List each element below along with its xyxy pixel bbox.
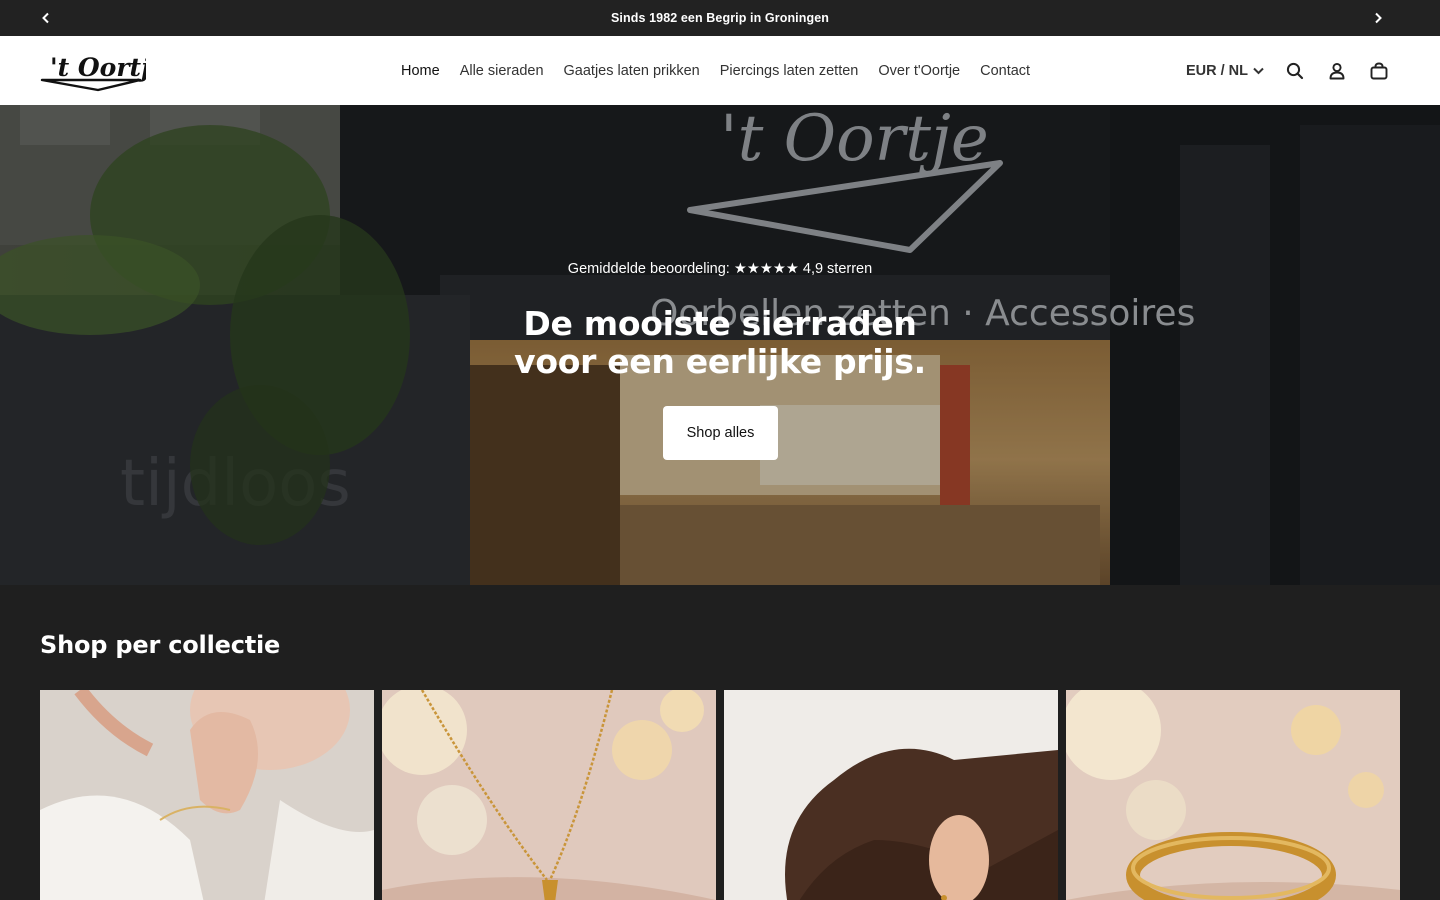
cart-icon[interactable] [1358,50,1400,92]
announcement-text: Sinds 1982 een Begrip in Groningen [610,11,830,25]
collection-card-rings[interactable] [1066,690,1400,900]
logo[interactable]: 't Oortje [40,46,166,94]
nav-item-home[interactable]: Home [391,63,450,79]
nav-item-over[interactable]: Over t'Oortje [868,63,970,79]
rating-text: Gemiddelde beoordeling: ★★★★★ 4,9 sterre… [567,261,873,277]
collection-card-necklaces[interactable] [382,690,716,900]
nav-item-gaatjes[interactable]: Gaatjes laten prikken [554,63,710,79]
chevron-down-icon [1253,67,1264,74]
locale-label: EUR / NL [1185,62,1248,79]
account-icon[interactable] [1316,50,1358,92]
locale-selector[interactable]: EUR / NL [1186,63,1264,79]
collection-image-bracelets [40,690,374,900]
header-actions: EUR / NL [1186,36,1400,105]
collection-image-earrings [724,690,1058,900]
collection-image-necklaces [382,690,716,900]
collection-image-rings [1066,690,1400,900]
announcement-bar: Sinds 1982 een Begrip in Groningen [0,0,1440,36]
chevron-right-icon[interactable] [1360,0,1396,36]
chevron-left-icon[interactable] [28,0,64,36]
nav-item-contact[interactable]: Contact [970,63,1040,79]
hero-title-line-2: voor een eerlijke prijs. [514,342,926,381]
site-header: 't Oortje Home Alle sieraden Gaatjes lat… [0,36,1440,105]
hero-title-line-1: De mooiste sierraden [523,304,917,343]
hero-content: Gemiddelde beoordeling: ★★★★★ 4,9 sterre… [0,105,1440,585]
collections-section: Shop per collectie [0,585,1440,900]
section-title: Shop per collectie [40,631,281,659]
shop-all-button[interactable]: Shop alles [663,406,778,460]
main-nav: Home Alle sieraden Gaatjes laten prikken… [391,36,1040,105]
collection-card-bracelets[interactable] [40,690,374,900]
nav-item-piercings[interactable]: Piercings laten zetten [710,63,869,79]
nav-item-alle-sieraden[interactable]: Alle sieraden [450,63,554,79]
collection-card-earrings[interactable] [724,690,1058,900]
hero-title: De mooiste sierraden voor een eerlijke p… [0,305,1440,381]
logo-text: 't Oortje [50,53,146,82]
collection-cards [40,690,1400,900]
search-icon[interactable] [1274,50,1316,92]
hero-banner: Oorbellen zetten · Accessoires tijdloos … [0,105,1440,585]
